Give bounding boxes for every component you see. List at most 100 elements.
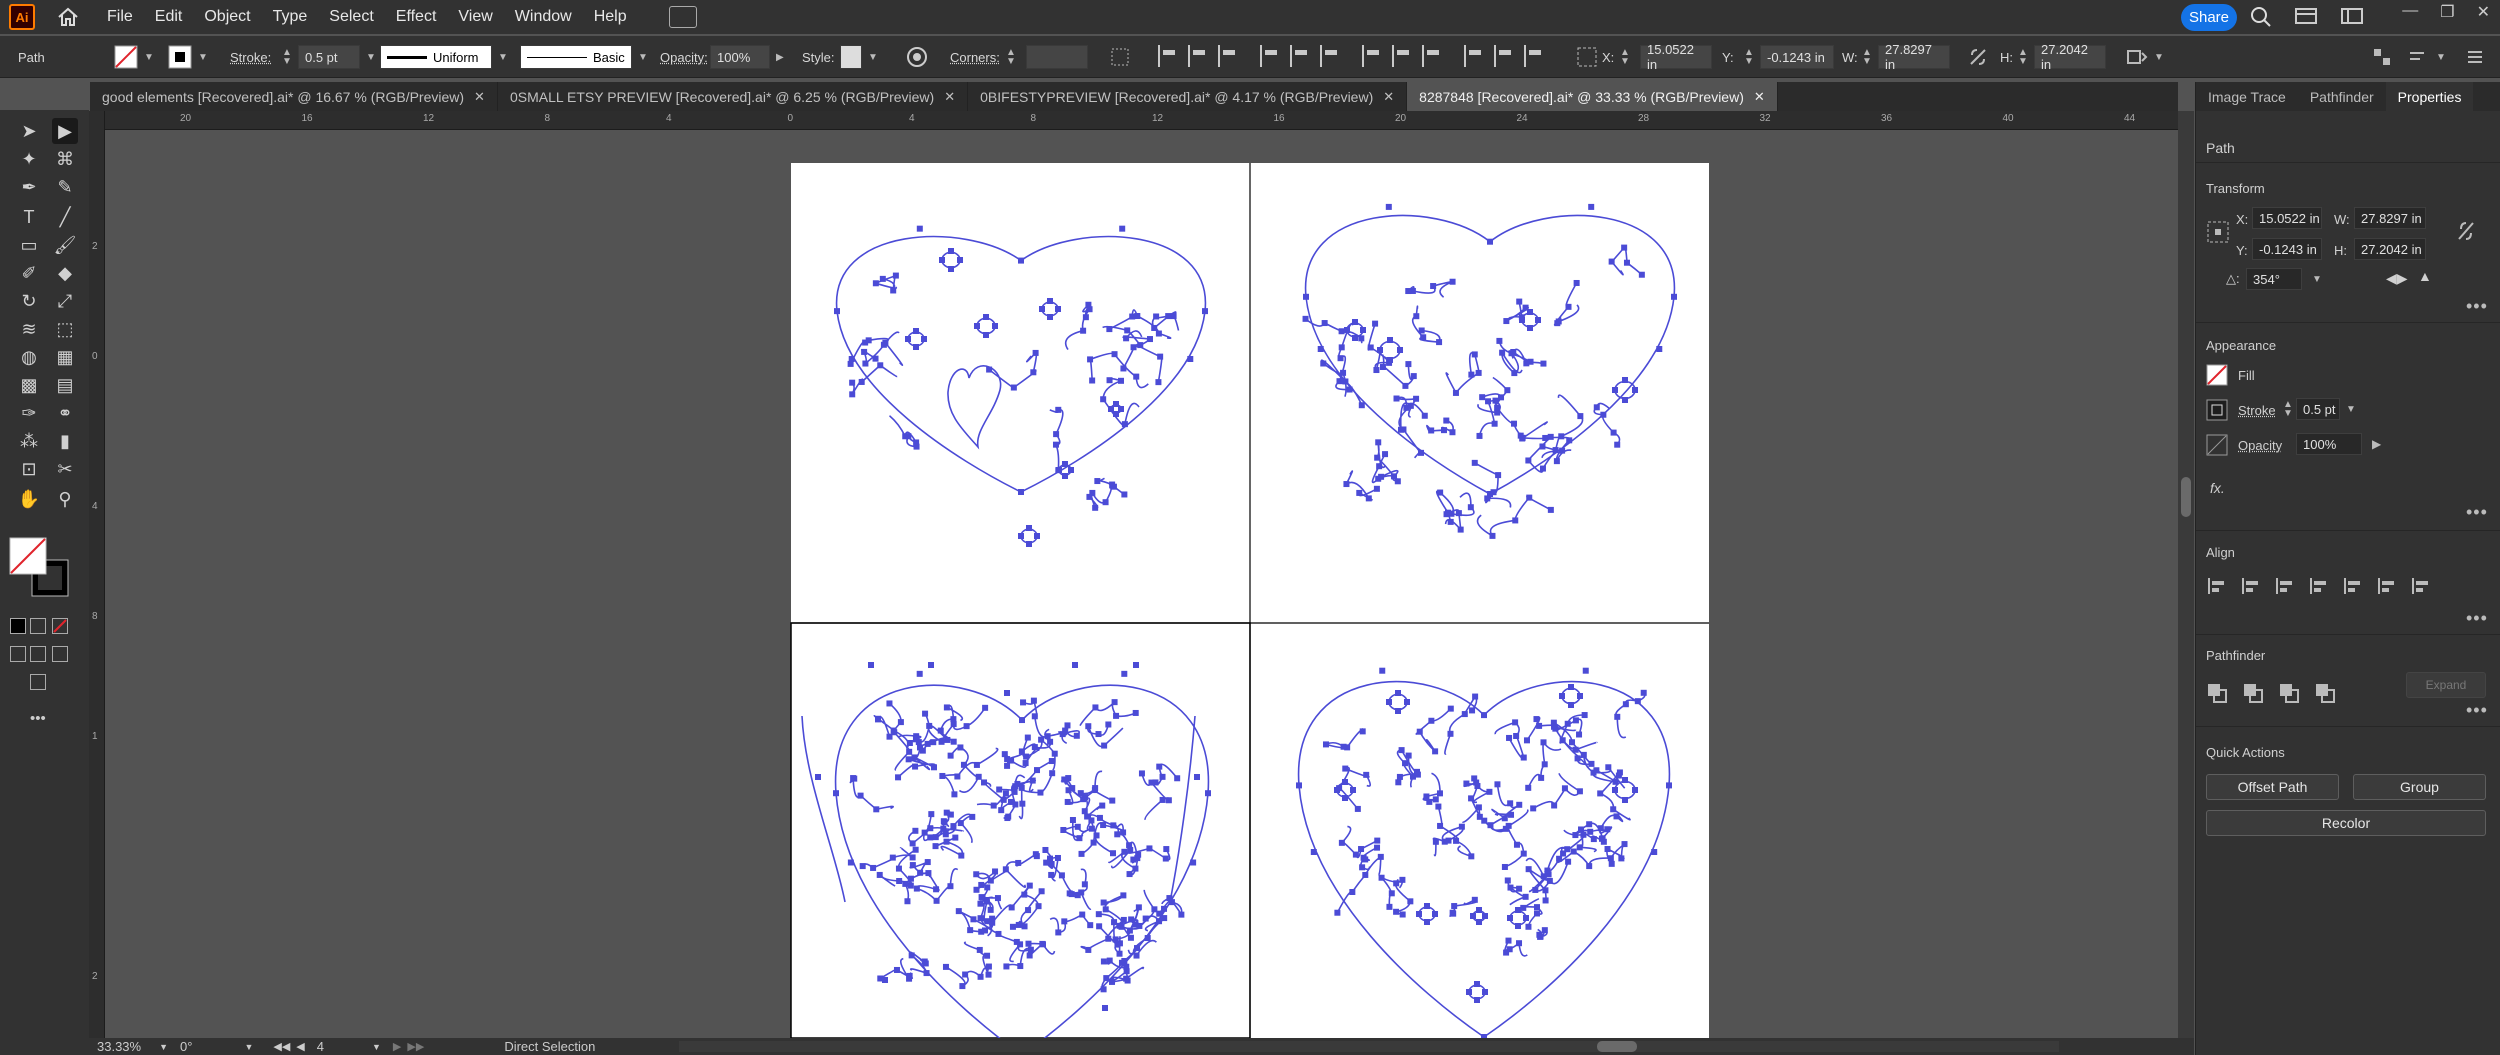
- vertical-scrollbar[interactable]: [2178, 111, 2194, 1039]
- anchor-point[interactable]: [1344, 327, 1350, 333]
- panel-tab[interactable]: Pathfinder: [2298, 82, 2386, 111]
- anchor-point[interactable]: [1568, 684, 1574, 690]
- more-options-icon[interactable]: •••: [2466, 700, 2488, 721]
- lettering-path[interactable]: [862, 332, 899, 363]
- anchor-point[interactable]: [1019, 717, 1025, 723]
- lettering-path[interactable]: [1413, 306, 1440, 342]
- anchor-point[interactable]: [1656, 346, 1662, 352]
- anchor-point[interactable]: [1632, 387, 1638, 393]
- menu-select[interactable]: Select: [329, 8, 373, 26]
- lettering-path[interactable]: [1342, 826, 1378, 857]
- anchor-point[interactable]: [1482, 913, 1488, 919]
- align-right-icon[interactable]: [2308, 576, 2330, 600]
- zoom-field[interactable]: 33.33%: [97, 1039, 141, 1054]
- anchor-point[interactable]: [1395, 690, 1401, 696]
- anchor-point[interactable]: [1622, 777, 1628, 783]
- minimize-icon[interactable]: —: [2402, 2, 2418, 22]
- lettering-path[interactable]: [1427, 421, 1453, 433]
- anchor-point[interactable]: [1530, 805, 1536, 811]
- anchor-point[interactable]: [1049, 758, 1055, 764]
- anchor-point[interactable]: [833, 790, 839, 796]
- anchor-point[interactable]: [1062, 473, 1068, 479]
- lettering-path[interactable]: [1006, 854, 1038, 887]
- anchor-point[interactable]: [1506, 735, 1512, 741]
- anchor-point[interactable]: [957, 257, 963, 263]
- free-transform-tool-icon[interactable]: ⬚: [52, 316, 78, 342]
- align-left-icon[interactable]: [1158, 45, 1178, 67]
- anchor-point[interactable]: [1047, 298, 1053, 304]
- transform-options-icon[interactable]: ▼: [2126, 36, 2164, 78]
- draw-behind-icon[interactable]: [30, 646, 46, 662]
- anchor-point[interactable]: [983, 332, 989, 338]
- anchor-point[interactable]: [1481, 712, 1487, 718]
- flip-horizontal-icon[interactable]: ◀▶: [2386, 270, 2408, 287]
- anchor-point[interactable]: [815, 774, 821, 780]
- anchor-point[interactable]: [1121, 671, 1127, 677]
- paintbrush-tool-icon[interactable]: 🖌: [52, 232, 78, 258]
- lettering-path[interactable]: [1438, 807, 1471, 857]
- magic-wand-tool-icon[interactable]: ✦: [16, 146, 42, 172]
- effects-icon[interactable]: fx.: [2210, 480, 2225, 496]
- artwork[interactable]: [105, 130, 2178, 1038]
- anchor-point[interactable]: [1113, 411, 1119, 417]
- lettering-path[interactable]: [989, 353, 1036, 389]
- graphic-style-swatch[interactable]: [840, 45, 862, 69]
- zoom-tool-icon[interactable]: ⚲: [52, 486, 78, 512]
- y-stepper[interactable]: ▲ ▼: [1744, 48, 1754, 66]
- lettering-path[interactable]: [1377, 442, 1398, 477]
- anchor-point[interactable]: [1350, 787, 1356, 793]
- draw-normal-icon[interactable]: [10, 646, 26, 662]
- lettering-path[interactable]: [1337, 857, 1380, 913]
- anchor-point[interactable]: [1055, 306, 1061, 312]
- lasso-tool-icon[interactable]: ⌘: [52, 146, 78, 172]
- anchor-point[interactable]: [1163, 846, 1169, 852]
- opacity-field[interactable]: 100%: [710, 45, 770, 69]
- heart-outline-path[interactable]: [837, 237, 1206, 492]
- anchor-point[interactable]: [1205, 790, 1211, 796]
- chevron-down-icon[interactable]: ▼: [2346, 404, 2356, 415]
- eyedropper-tool-icon[interactable]: ✑: [16, 400, 42, 426]
- lettering-path[interactable]: [1528, 742, 1561, 788]
- fill-swatch[interactable]: [2206, 364, 2228, 390]
- unite-icon[interactable]: [2206, 682, 2228, 708]
- home-icon[interactable]: [55, 5, 81, 29]
- hand-tool-icon[interactable]: ✋: [16, 486, 42, 512]
- curvature-tool-icon[interactable]: ✎: [52, 174, 78, 200]
- menu-window[interactable]: Window: [515, 8, 572, 26]
- anchor-point[interactable]: [1026, 541, 1032, 547]
- lettering-path[interactable]: [1555, 283, 1579, 325]
- corners-field[interactable]: [1026, 45, 1088, 69]
- anchor-point[interactable]: [1106, 326, 1112, 332]
- symbol-sprayer-tool-icon[interactable]: ⁂: [16, 428, 42, 454]
- color-mode-icon[interactable]: [10, 618, 26, 634]
- anchor-point[interactable]: [1387, 357, 1393, 363]
- lettering-path[interactable]: [880, 875, 909, 901]
- align-center-icon[interactable]: [2274, 576, 2296, 600]
- stroke-label[interactable]: Stroke:: [230, 36, 271, 78]
- anchor-point[interactable]: [1395, 708, 1401, 714]
- anchor-point[interactable]: [917, 226, 923, 232]
- search-icon[interactable]: [2250, 6, 2272, 32]
- anchor-point[interactable]: [1379, 668, 1385, 674]
- lettering-path[interactable]: [1543, 395, 1583, 451]
- rotate-tool-icon[interactable]: ↻: [16, 288, 42, 314]
- anchor-point[interactable]: [1359, 402, 1365, 408]
- anchor-point[interactable]: [1202, 308, 1208, 314]
- anchor-point[interactable]: [1072, 662, 1078, 668]
- slice-tool-icon[interactable]: ✂: [52, 456, 78, 482]
- anchor-point[interactable]: [1133, 710, 1139, 716]
- last-artboard-icon[interactable]: ▶▶: [407, 1040, 424, 1053]
- anchor-point[interactable]: [1334, 787, 1340, 793]
- close-tab-icon[interactable]: ✕: [1383, 89, 1394, 105]
- lettering-path[interactable]: [1437, 491, 1474, 515]
- anchor-point[interactable]: [1360, 327, 1366, 333]
- menu-file[interactable]: File: [107, 8, 133, 26]
- pen-tool-icon[interactable]: ✒: [16, 174, 42, 200]
- offset-path-button[interactable]: Offset Path: [2206, 774, 2339, 800]
- anchor-point[interactable]: [1342, 795, 1348, 801]
- anchor-point[interactable]: [1303, 294, 1309, 300]
- recolor-button[interactable]: Recolor: [2206, 810, 2486, 836]
- panel-opacity-field[interactable]: 100%: [2296, 433, 2362, 455]
- anchor-point[interactable]: [1342, 779, 1348, 785]
- anchor-point[interactable]: [1632, 787, 1638, 793]
